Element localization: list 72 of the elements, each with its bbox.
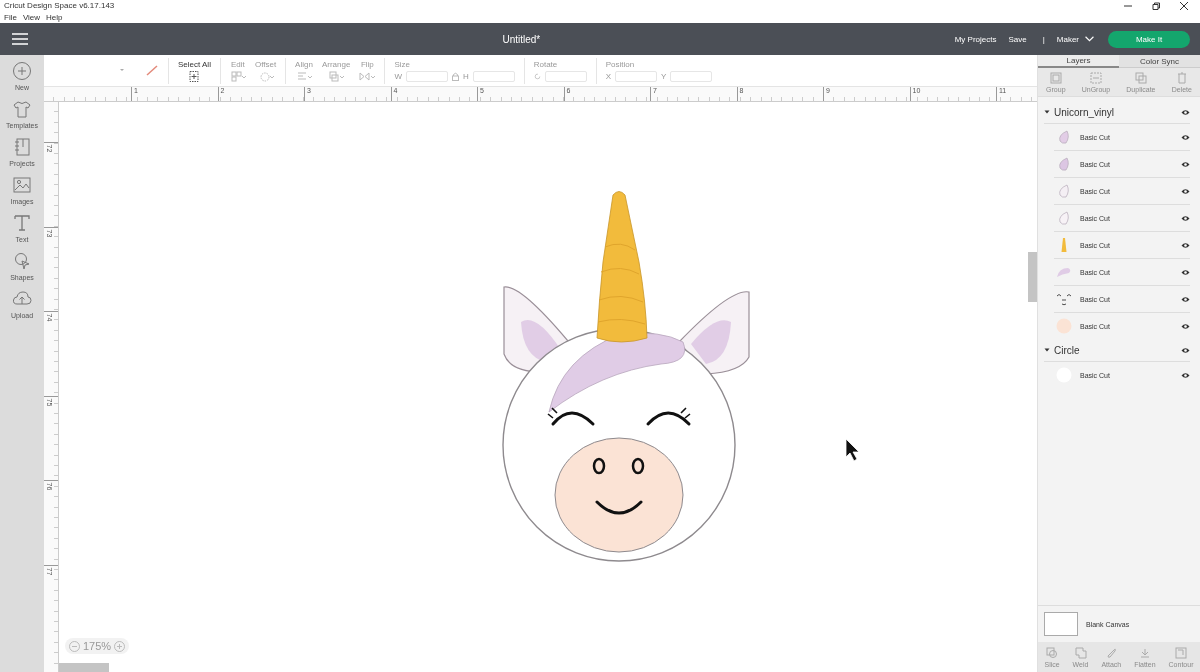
panel-tab[interactable]: Color Sync [1119, 55, 1200, 68]
eye-icon[interactable] [1181, 214, 1190, 222]
input-field[interactable] [405, 70, 448, 82]
close-icon[interactable] [1180, 1, 1188, 10]
field-label: Rotate [533, 59, 559, 69]
align-icon [296, 70, 312, 82]
zoom-level: 175% [83, 640, 112, 652]
machine-dropdown[interactable]: Maker [1056, 34, 1094, 44]
layer-thumbnail [1056, 291, 1072, 307]
eye-icon[interactable] [1181, 187, 1190, 195]
header-link[interactable]: Save [1008, 34, 1027, 44]
duplicate-icon [1134, 71, 1147, 84]
eye-icon[interactable] [1181, 241, 1190, 249]
slice-icon [1046, 646, 1059, 659]
panel-tab[interactable]: Layers [1038, 55, 1119, 68]
eye-icon[interactable] [1181, 133, 1190, 141]
layer-group-name: Unicorn_vinyl [1054, 106, 1116, 118]
vertical-scrollbar[interactable] [1028, 252, 1037, 302]
weld-icon [1074, 646, 1087, 659]
input-field[interactable] [472, 70, 515, 82]
eye-icon[interactable] [1181, 371, 1190, 379]
shapes-icon [12, 251, 32, 271]
trash-icon [1175, 71, 1188, 84]
field-label: Size [394, 59, 411, 69]
mouse-pointer-icon [845, 438, 860, 462]
input-field[interactable] [615, 70, 658, 82]
layer-group-header[interactable]: Circle [1044, 339, 1190, 362]
field-label: Y [661, 71, 667, 81]
menu-item[interactable]: File [4, 12, 17, 22]
canvas-thumbnail[interactable] [1044, 612, 1078, 636]
text-icon [12, 213, 32, 233]
project-title: Untitled* [501, 33, 542, 45]
group-icon [1049, 71, 1062, 84]
contour-icon [1175, 646, 1187, 659]
eye-icon[interactable] [1181, 108, 1190, 116]
edit-icon [229, 70, 246, 82]
eye-icon[interactable] [1181, 268, 1190, 276]
eye-icon[interactable] [1181, 160, 1190, 168]
eye-icon[interactable] [1181, 295, 1190, 303]
input-field[interactable] [544, 70, 587, 82]
paperclip-icon [1105, 646, 1118, 659]
eye-icon[interactable] [1181, 322, 1190, 330]
arrange-icon [328, 70, 345, 82]
flatten-icon [1138, 646, 1151, 659]
field-label: X [605, 71, 612, 81]
layer-group-header[interactable]: Unicorn_vinyl [1044, 101, 1190, 124]
flip-icon [359, 70, 376, 82]
make-it-button[interactable]: Make It [1108, 30, 1190, 48]
chevron-icon [1085, 36, 1094, 42]
shirt-icon [12, 99, 32, 119]
caret-down-icon[interactable] [1044, 109, 1050, 115]
image-icon [12, 175, 32, 195]
offset-icon [257, 70, 274, 82]
field-label: W [394, 71, 402, 81]
field-label: Position [605, 59, 636, 69]
menu-item[interactable]: Help [46, 12, 63, 22]
notebook-icon [12, 137, 32, 157]
header-link[interactable]: My Projects [954, 34, 997, 44]
plus-icon [12, 61, 32, 81]
ungroup-icon [1089, 71, 1102, 84]
eye-icon[interactable] [1181, 346, 1190, 354]
field-label: H [462, 71, 469, 81]
input-field[interactable] [670, 70, 713, 82]
caret-down-icon[interactable] [1044, 347, 1050, 353]
toolbar-button[interactable]: Select All [178, 59, 211, 82]
menu-item[interactable]: View [22, 12, 41, 22]
app-title: Cricut Design Space v6.17.143 [4, 1, 116, 10]
restore-icon[interactable] [1152, 1, 1160, 10]
layer-group-name: Circle [1054, 344, 1081, 356]
menu-icon[interactable] [12, 33, 28, 45]
header-separator: | [1042, 34, 1045, 44]
horizontal-scrollbar[interactable] [59, 663, 109, 672]
